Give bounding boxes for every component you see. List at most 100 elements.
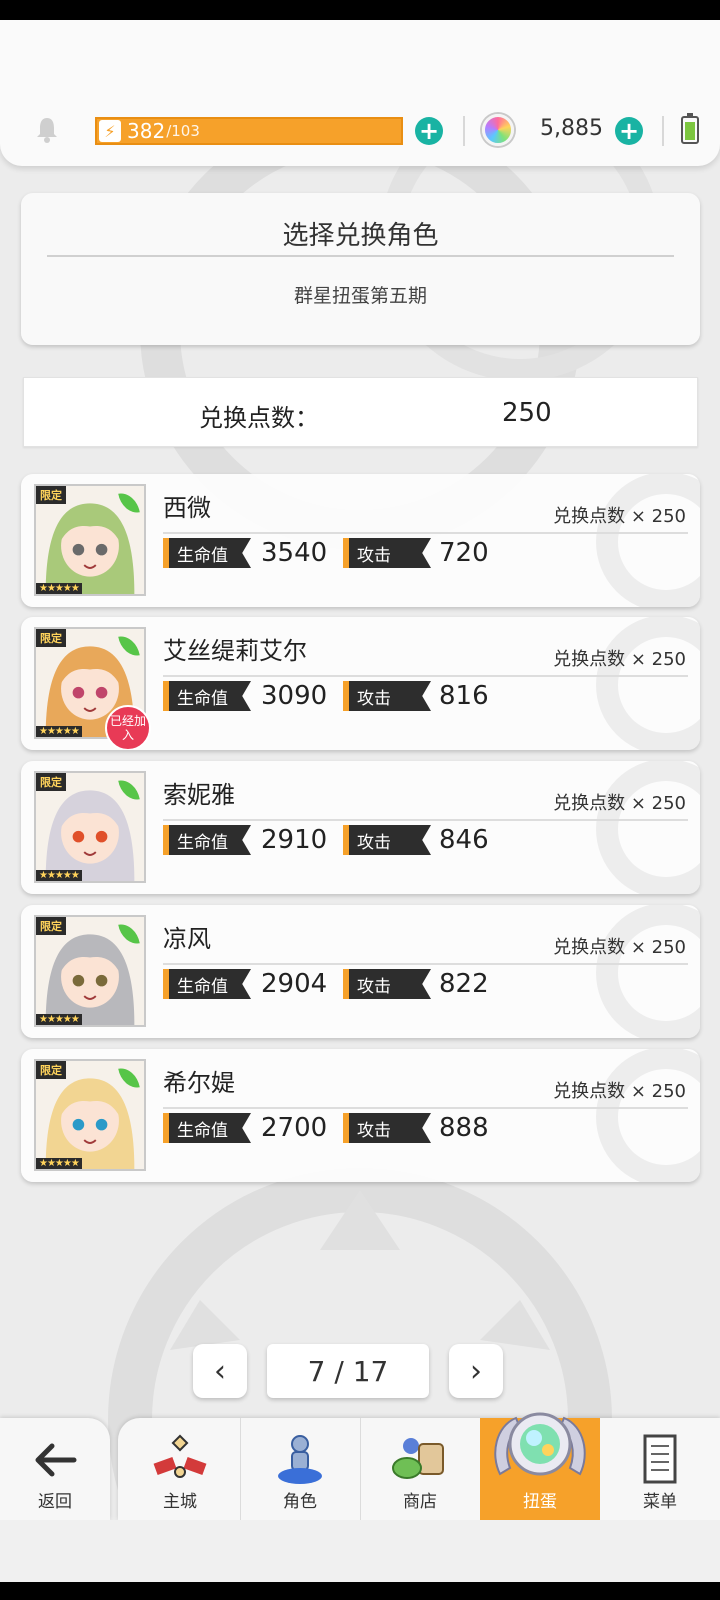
divider [163,675,688,677]
hp-value: 2904 [261,969,328,999]
divider [463,116,465,146]
nav-label-home: 主城 [163,1492,197,1512]
character-card[interactable]: 限定 ★★★★★ 索妮雅 兑换点数 × 250 生命值 2910 攻击 846 [21,761,700,894]
header-card: 选择兑换角色 群星扭蛋第五期 [21,193,700,345]
hp-tag: 生命值 [163,825,251,855]
exchange-cost: 兑换点数 × 250 [553,506,686,527]
card-watermark [596,617,700,750]
back-button[interactable]: 返回 [0,1418,110,1520]
star-rating: ★★★★★ [36,583,82,594]
divider [662,116,664,146]
character-name: 希尔媞 [163,1069,235,1097]
exchange-cost: 兑换点数 × 250 [553,649,686,670]
exchange-points-box: 兑换点数： 250 [23,377,698,447]
hp-value: 2700 [261,1113,328,1143]
character-card[interactable]: 限定 ★★★★★ 西微 兑换点数 × 250 生命值 3540 攻击 720 [21,474,700,607]
limited-badge: 限定 [36,486,66,504]
card-watermark [596,905,700,1038]
bottom-strip [0,1520,720,1582]
gem-icon [482,114,514,146]
stamina-max: /103 [166,122,200,140]
exchange-cost: 兑换点数 × 250 [553,793,686,814]
hp-value: 3090 [261,681,328,711]
character-icon [278,1435,322,1484]
system-status-bar [0,0,720,20]
hp-tag: 生命值 [163,1113,251,1143]
atk-tag: 攻击 [343,538,431,568]
nav-item-menu[interactable]: 菜单 [600,1418,720,1520]
character-name: 凉风 [163,925,211,953]
character-name: 西微 [163,494,211,522]
back-label: 返回 [38,1492,72,1512]
next-page-button[interactable]: › [449,1344,503,1398]
character-portrait: 限定 ★★★★★ [34,484,146,596]
menu-list-icon [643,1434,677,1484]
star-rating: ★★★★★ [36,726,82,737]
limited-badge: 限定 [36,1061,66,1079]
nav-label-gacha: 扭蛋 [523,1492,557,1512]
hp-value: 2910 [261,825,328,855]
character-card[interactable]: 限定 ★★★★★ 艾丝缇莉艾尔 兑换点数 × 250 生命值 3090 攻击 8… [21,617,700,750]
stamina-bar: ⚡ 382 /103 [95,117,403,145]
system-navigation-bar [0,1582,720,1600]
character-portrait: 限定 ★★★★★ [34,1059,146,1171]
limited-badge: 限定 [36,629,66,647]
nav-item-shop[interactable]: 商店 [360,1418,480,1520]
star-rating: ★★★★★ [36,870,82,881]
nav-label-characters: 角色 [283,1492,317,1512]
divider [163,819,688,821]
character-portrait: 限定 ★★★★★ [34,915,146,1027]
prev-page-button[interactable]: ‹ [193,1344,247,1398]
atk-value: 888 [439,1113,489,1143]
points-value: 250 [502,398,552,428]
nav-item-home[interactable]: 主城 [120,1418,240,1520]
add-gems-button[interactable]: + [615,117,643,145]
character-card[interactable]: 限定 ★★★★★ 希尔媞 兑换点数 × 250 生命值 2700 攻击 888 [21,1049,700,1182]
gem-count: 5,885 [540,116,603,141]
card-watermark [596,474,700,607]
resource-bar: ⚡ 382 /103 + 5,885 + [0,20,720,166]
exchange-cost: 兑换点数 × 250 [553,937,686,958]
divider [163,963,688,965]
hp-tag: 生命值 [163,969,251,999]
bell-icon[interactable] [32,114,62,144]
atk-value: 720 [439,538,489,568]
star-rating: ★★★★★ [36,1014,82,1025]
divider [163,532,688,534]
arrow-left-icon [35,1443,77,1477]
atk-tag: 攻击 [343,825,431,855]
atk-tag: 攻击 [343,1113,431,1143]
add-stamina-button[interactable]: + [415,117,443,145]
joined-badge: 已经加入 [105,705,151,750]
nav-label-menu: 菜单 [643,1492,677,1512]
atk-value: 822 [439,969,489,999]
nav-label-shop: 商店 [403,1492,437,1512]
page-title: 选择兑换角色 [282,221,439,251]
nav-item-gacha[interactable]: 扭蛋 [480,1412,600,1520]
nav-item-characters[interactable]: 角色 [240,1418,360,1520]
star-rating: ★★★★★ [36,1158,82,1169]
divider [163,1107,688,1109]
stamina-current: 382 [127,119,166,143]
points-label: 兑换点数： [199,404,319,432]
atk-tag: 攻击 [343,969,431,999]
gacha-orb-icon [494,1412,586,1476]
shop-bag-icon [392,1438,444,1479]
lightning-icon: ⚡ [99,120,121,142]
battery-icon [681,113,699,144]
exchange-cost: 兑换点数 × 250 [553,1081,686,1102]
divider [47,255,674,257]
atk-tag: 攻击 [343,681,431,711]
page-subtitle: 群星扭蛋第五期 [293,285,427,307]
character-portrait: 限定 ★★★★★ [34,771,146,883]
hp-tag: 生命值 [163,538,251,568]
character-name: 艾丝缇莉艾尔 [163,637,307,665]
atk-value: 816 [439,681,489,711]
limited-badge: 限定 [36,773,66,791]
hp-value: 3540 [261,538,328,568]
card-watermark [596,761,700,894]
page-indicator: 7 / 17 [267,1344,429,1398]
character-name: 索妮雅 [163,781,235,809]
character-card[interactable]: 限定 ★★★★★ 凉风 兑换点数 × 250 生命值 2904 攻击 822 [21,905,700,1038]
castle-icon [153,1434,207,1478]
